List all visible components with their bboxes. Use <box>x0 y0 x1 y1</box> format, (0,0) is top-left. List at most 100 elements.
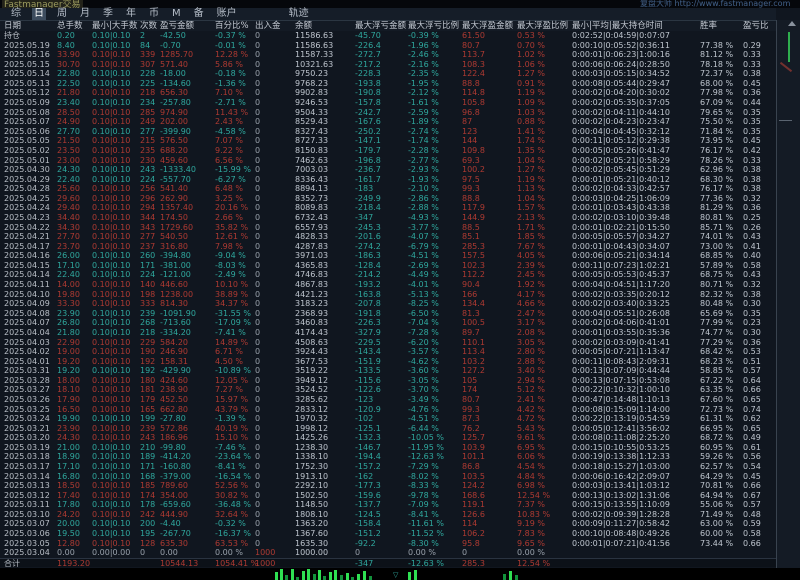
cell-lots: 24.30 <box>57 433 80 443</box>
table-row[interactable]: 2025.03.2516.500.10|0.10165662.8043.79 %… <box>0 405 776 415</box>
tab-月[interactable]: 月 <box>78 8 92 20</box>
table-row[interactable]: 2025.05.1422.800.10|0.10228-18.00-0.18 %… <box>0 69 776 79</box>
table-row[interactable]: 2025.04.1723.700.10|0.10237316.807.98 %0… <box>0 242 776 252</box>
table-row[interactable]: 2025.05.1633.900.10|0.103391285.7012.28 … <box>0 50 776 60</box>
table-row[interactable]: 2025.04.2127.700.10|0.10277540.5012.61 %… <box>0 232 776 242</box>
cell-pl-ratio: 0.64 <box>743 376 761 386</box>
column-header-win-rate[interactable]: 胜率 <box>700 21 717 31</box>
table-row[interactable]: 2025.04.1517.100.10|0.10171-381.00-8.03 … <box>0 261 776 271</box>
table-row[interactable]: 2025.04.2922.400.10|0.10224-557.70-6.27 … <box>0 175 776 185</box>
column-header-deposit-withdraw[interactable]: 出入金 <box>255 21 281 31</box>
table-row[interactable]: 2025.04.1114.000.10|0.10140446.6010.10 %… <box>0 280 776 290</box>
table-row[interactable]: 2025.03.040.000.00|0.0000.000.00 %100010… <box>0 548 776 558</box>
table-row[interactable]: 2025.05.0724.900.10|0.10249202.002.43 %0… <box>0 117 776 127</box>
column-header-count[interactable]: 次数 <box>140 21 157 31</box>
table-row[interactable]: 2025.04.2429.400.10|0.102941357.4020.16 … <box>0 203 776 213</box>
column-header-minmax-lots[interactable]: 最小|大手数 <box>92 21 137 31</box>
table-row[interactable]: 2025.05.0923.400.10|0.10234-257.80-2.71 … <box>0 98 776 108</box>
table-row[interactable]: 2025.04.0933.300.10|0.10333814.3034.37 %… <box>0 299 776 309</box>
cell-pl-ratio: 0.23 <box>743 318 761 328</box>
tab-M[interactable]: M <box>170 8 183 20</box>
tab-币[interactable]: 币 <box>147 8 161 20</box>
column-header-pnl-amount[interactable]: 盈亏金额 <box>160 21 194 31</box>
cell-balance: 2292.10 <box>295 481 328 491</box>
table-row[interactable]: 2025.03.1318.500.10|0.10185789.6052.56 %… <box>0 481 776 491</box>
cell-lots: 34.40 <box>57 213 80 223</box>
table-row[interactable]: 2025.03.1117.800.10|0.10178-659.60-36.48… <box>0 500 776 510</box>
column-header-balance[interactable]: 余额 <box>295 21 312 31</box>
table-row[interactable]: 2025.04.1019.800.10|0.101981238.0038.89 … <box>0 290 776 300</box>
cell-max-float-loss-pct: -12.63 % <box>408 559 444 568</box>
table-row[interactable]: 2025.03.1818.900.10|0.10189-414.20-23.64… <box>0 452 776 462</box>
table-row[interactable]: 2025.05.0223.500.10|0.10235688.209.22 %0… <box>0 146 776 156</box>
table-row[interactable]: 2025.05.1530.700.10|0.10307571.405.86 %0… <box>0 60 776 70</box>
cell-deposit-withdraw: 0 <box>255 156 260 166</box>
table-row[interactable]: 2025.04.2825.600.10|0.10256541.406.48 %0… <box>0 184 776 194</box>
cell-date: 2025.04.01 <box>4 357 50 367</box>
cell-date: 2025.05.14 <box>4 69 50 79</box>
table-row[interactable]: 2025.05.1322.500.10|0.10225-134.60-1.36 … <box>0 79 776 89</box>
table-row[interactable]: 2025.04.3024.300.10|0.10243-1333.40-15.9… <box>0 165 776 175</box>
cell-pnl-amount: -121.00 <box>160 270 191 280</box>
table-row[interactable]: 2025.03.2419.900.10|0.10199-27.80-1.39 %… <box>0 414 776 424</box>
column-header-hold-time[interactable]: 最小|平均|最大持仓时间 <box>572 21 663 31</box>
tab-季[interactable]: 季 <box>101 8 115 20</box>
cell-max-float-loss: -201.6 <box>355 232 381 242</box>
tab-轨迹[interactable]: 轨迹 <box>287 8 311 20</box>
cell-max-float-profit: 69.3 <box>462 156 480 166</box>
table-row[interactable]: 2025.04.1422.400.10|0.10224-121.00-2.49 … <box>0 270 776 280</box>
scroll-up-icon[interactable] <box>788 21 796 26</box>
column-header-date[interactable]: 日期 <box>4 21 21 31</box>
table-row[interactable]: 2025.03.0720.000.10|0.10200-4.40-0.32 %0… <box>0 519 776 529</box>
table-row[interactable]: 2025.03.2617.900.10|0.10179452.5015.97 %… <box>0 395 776 405</box>
tab-年[interactable]: 年 <box>124 8 138 20</box>
table-row[interactable]: 2025.03.1921.000.10|0.10210-99.80-7.46 %… <box>0 443 776 453</box>
table-row[interactable]: 2025.05.0521.500.10|0.10215576.507.07 %0… <box>0 136 776 146</box>
table-row[interactable]: 2025.05.1221.800.10|0.10218656.307.10 %0… <box>0 88 776 98</box>
table-row[interactable]: 2025.03.1024.200.10|0.10242444.9032.64 %… <box>0 510 776 520</box>
table-row[interactable]: 2025.04.2334.400.10|0.10344174.502.66 %0… <box>0 213 776 223</box>
tab-备[interactable]: 备 <box>192 8 206 20</box>
histogram-bar <box>307 569 310 580</box>
tab-日[interactable]: 日 <box>32 8 46 20</box>
table-row[interactable]: 2025.03.1416.800.10|0.10168-379.00-16.54… <box>0 472 776 482</box>
table-row[interactable]: 2025.05.198.400.10|0.1084-0.70-0.01 %011… <box>0 41 776 51</box>
table-row[interactable]: 2025.05.0123.000.10|0.10230459.606.56 %0… <box>0 156 776 166</box>
cell-date: 2025.05.09 <box>4 98 50 108</box>
cell-hold-time: 0:00:19|0:13:38|1:12:33 <box>572 452 670 462</box>
table-row-total[interactable]: 合计1193.2010544.131054.41 %1000-347-12.63… <box>0 558 776 568</box>
table-row[interactable]: 2025.03.3119.200.10|0.10192-429.90-10.89… <box>0 366 776 376</box>
table-row[interactable]: 2025.03.0512.800.10|0.10128635.3063.53 %… <box>0 539 776 549</box>
table-row[interactable]: 2025.05.0828.500.10|0.10285974.9011.43 %… <box>0 108 776 118</box>
table-row[interactable]: 2025.03.1217.400.10|0.10174354.0030.82 %… <box>0 491 776 501</box>
table-row[interactable]: 2025.04.0322.900.10|0.10229584.2014.89 %… <box>0 338 776 348</box>
table-row[interactable]: 2025.04.0421.800.10|0.10218-334.20-7.41 … <box>0 328 776 338</box>
tab-周[interactable]: 周 <box>55 8 69 20</box>
table-row[interactable]: 2025.04.0823.900.10|0.10239-1091.90-31.5… <box>0 309 776 319</box>
table-row[interactable]: 2025.03.2718.100.10|0.10181238.907.27 %0… <box>0 385 776 395</box>
table-row[interactable]: 2025.04.1626.000.10|0.10260-394.80-9.04 … <box>0 251 776 261</box>
table-row[interactable]: 2025.03.0619.500.10|0.10195-267.70-16.37… <box>0 529 776 539</box>
table-row[interactable]: 2025.04.0219.000.10|0.10190246.906.71 %0… <box>0 347 776 357</box>
table-row[interactable]: 2025.04.0119.200.10|0.10192158.314.50 %0… <box>0 357 776 367</box>
table-row[interactable]: 持仓0.200.10|0.102-42.50-0.37 %011586.63-4… <box>0 31 776 41</box>
table-row[interactable]: 2025.03.2024.300.10|0.10243186.9615.10 %… <box>0 433 776 443</box>
table-row[interactable]: 2025.03.1717.100.10|0.10171-160.80-8.41 … <box>0 462 776 472</box>
cell-balance: 4421.23 <box>295 290 328 300</box>
table-row[interactable]: 2025.03.2123.900.10|0.10239572.8640.19 %… <box>0 424 776 434</box>
table-row[interactable]: 2025.05.0627.700.10|0.10277-399.90-4.58 … <box>0 127 776 137</box>
table-row[interactable]: 2025.04.2529.600.10|0.10296262.903.25 %0… <box>0 194 776 204</box>
cell-max-float-loss: -183 <box>355 184 373 194</box>
table-row[interactable]: 2025.03.2818.000.10|0.10180424.6012.05 %… <box>0 376 776 386</box>
tab-账户[interactable]: 账户 <box>215 8 239 20</box>
column-header-max-float-loss-pct[interactable]: 最大浮亏比例 <box>408 21 459 31</box>
table-row[interactable]: 2025.04.0726.800.10|0.10268-713.60-17.09… <box>0 318 776 328</box>
tab-综[interactable]: 综 <box>9 8 23 20</box>
column-header-pnl-percent[interactable]: 百分比% <box>215 21 249 31</box>
column-header-lots[interactable]: 总手数 <box>57 21 83 31</box>
column-header-max-float-profit[interactable]: 最大浮盈金额 <box>462 21 513 31</box>
column-header-max-float-profit-pct[interactable]: 最大浮盈比例 <box>517 21 568 31</box>
column-header-pl-ratio[interactable]: 盈亏比 <box>743 21 769 31</box>
column-header-max-float-loss[interactable]: 最大浮亏金额 <box>355 21 406 31</box>
table-row[interactable]: 2025.04.2234.300.10|0.103431729.6035.82 … <box>0 223 776 233</box>
